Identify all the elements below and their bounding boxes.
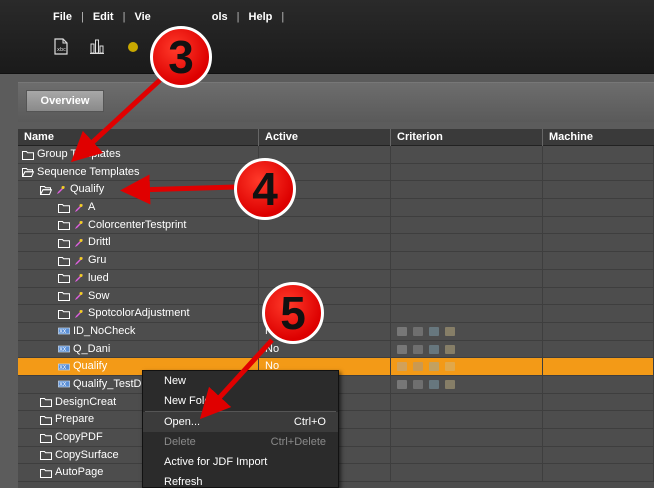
callout-badge-4: 4 [234,158,296,220]
callout-badge-5: 5 [262,282,324,344]
arrow-5 [199,338,274,420]
arrow-3 [70,78,162,163]
callout-badge-3: 3 [150,26,212,88]
arrow-4 [120,174,237,205]
callout-arrows [70,78,274,420]
